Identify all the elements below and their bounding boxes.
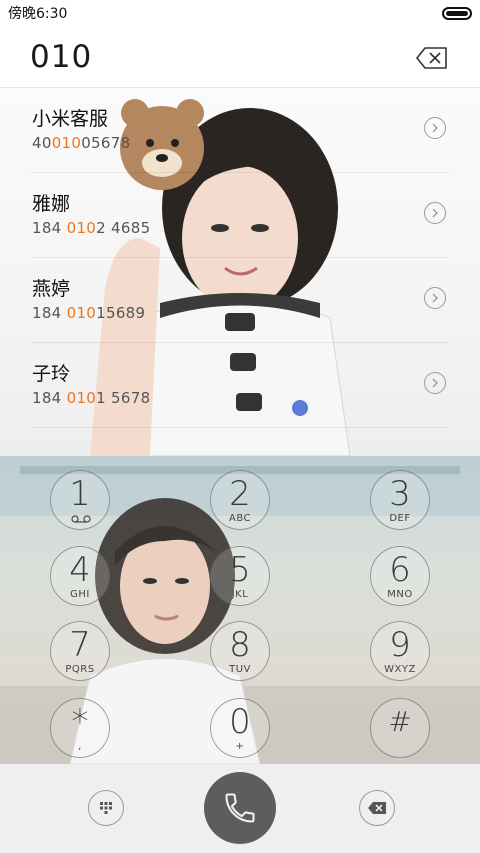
key-7[interactable]: 7 PQRS xyxy=(50,621,110,681)
delete-button[interactable] xyxy=(359,790,395,826)
key-hash[interactable]: # xyxy=(370,698,430,758)
key-5[interactable]: 5 JKL xyxy=(210,546,270,606)
key-4[interactable]: 4 GHI xyxy=(50,546,110,606)
dialer-action-bar xyxy=(0,764,480,853)
key-1[interactable]: 1 xyxy=(50,470,110,530)
contact-name: 雅娜 xyxy=(32,193,71,215)
key-9[interactable]: 9 WXYZ xyxy=(370,621,430,681)
voicemail-icon xyxy=(71,515,91,523)
contact-name: 小米客服 xyxy=(32,108,109,130)
chevron-right-icon[interactable] xyxy=(424,117,446,139)
backspace-icon xyxy=(368,802,386,814)
contact-number: 184 0102 4685 xyxy=(32,219,151,237)
chevron-right-icon[interactable] xyxy=(424,372,446,394)
key-0[interactable]: 0 + xyxy=(210,698,270,758)
key-6[interactable]: 6 MNO xyxy=(370,546,430,606)
contact-name: 燕婷 xyxy=(32,278,71,300)
dialed-number: 010 xyxy=(30,39,93,75)
contact-number: 184 0101 5678 xyxy=(32,389,151,407)
dialpad-toggle-button[interactable] xyxy=(88,790,124,826)
contact-number: 4001005678 xyxy=(32,134,131,152)
dial-header: 010 xyxy=(0,26,480,88)
contact-row[interactable]: 子玲 184 0101 5678 xyxy=(30,343,450,428)
contact-number: 184 01015689 xyxy=(32,304,146,322)
chevron-right-icon[interactable] xyxy=(424,287,446,309)
key-8[interactable]: 8 TUV xyxy=(210,621,270,681)
battery-icon xyxy=(442,6,472,20)
backspace-icon[interactable] xyxy=(416,47,448,69)
key-3[interactable]: 3 DEF xyxy=(370,470,430,530)
chevron-right-icon[interactable] xyxy=(424,202,446,224)
status-bar: 傍晚6:30 xyxy=(0,0,480,26)
status-time: 傍晚6:30 xyxy=(8,6,68,22)
dialpad-icon xyxy=(100,802,112,814)
contact-name: 子玲 xyxy=(32,363,71,385)
phone-icon xyxy=(225,793,255,823)
dial-keypad: 1 2 ABC 3 DEF 4 GHI 5 JKL 6 MNO 7 PQRS 8… xyxy=(0,456,480,764)
contact-row[interactable]: 小米客服 4001005678 xyxy=(30,88,450,173)
key-2[interactable]: 2 ABC xyxy=(210,470,270,530)
contact-suggestions-list: 小米客服 4001005678 雅娜 184 0102 4685 燕婷 184 … xyxy=(0,88,480,428)
call-button[interactable] xyxy=(204,772,276,844)
contact-row[interactable]: 燕婷 184 01015689 xyxy=(30,258,450,343)
contact-row[interactable]: 雅娜 184 0102 4685 xyxy=(30,173,450,258)
key-star[interactable]: * , xyxy=(50,698,110,758)
